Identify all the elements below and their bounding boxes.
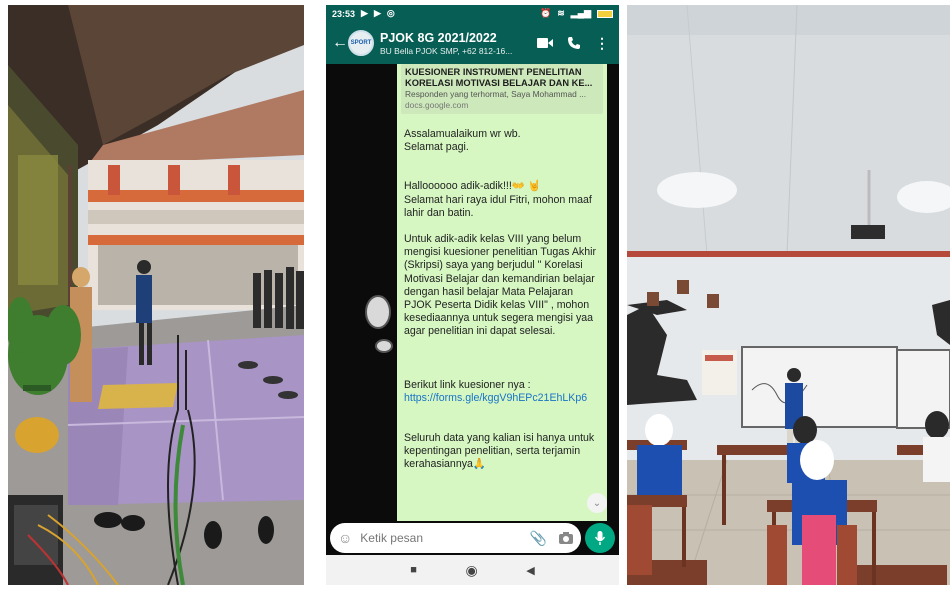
battery-icon: [597, 9, 613, 18]
instagram-icon: ◎: [386, 8, 395, 18]
link-preview-title: KUESIONER INSTRUMENT PENELITIAN KORELASI…: [405, 67, 593, 88]
wifi-icon: ≋: [557, 8, 565, 18]
group-avatar[interactable]: SPORT: [348, 30, 374, 56]
status-bar: 23:53 ▶ ▶ ◎ ⏰ ≋ ▂▄▆: [326, 5, 619, 22]
chat-area[interactable]: KUESIONER INSTRUMENT PENELITIAN KORELASI…: [326, 64, 619, 521]
message-link-line: Berikut link kuesioner nya : https://for…: [404, 379, 600, 405]
attach-icon[interactable]: 📎: [530, 530, 547, 547]
message-privacy-line: Seluruh data yang kalian isi hanya untuk…: [404, 432, 600, 472]
sticker-hand-icon: [364, 294, 396, 354]
whatsapp-chat-screen: 23:53 ▶ ▶ ◎ ⏰ ≋ ▂▄▆ ← SPORT PJOK 8G 2021…: [326, 5, 619, 585]
back-arrow-icon[interactable]: ←: [332, 34, 348, 52]
message-bubble[interactable]: KUESIONER INSTRUMENT PENELITIAN KORELASI…: [397, 64, 607, 521]
scroll-down-button[interactable]: ⌄: [587, 493, 607, 513]
play-icon: ▶: [361, 8, 368, 18]
message-request: Untuk adik-adik kelas VIII yang belum me…: [404, 233, 596, 338]
status-time: 23:53: [332, 8, 356, 19]
message-hello: Halloooooo adik-adik!!!: [404, 180, 512, 193]
chat-header: ← SPORT PJOK 8G 2021/2022 BU Bella PJOK …: [326, 22, 619, 64]
message-privacy-emoji: 🙏: [472, 458, 487, 471]
back-icon[interactable]: ◀: [526, 564, 534, 577]
voice-call-icon[interactable]: [567, 36, 581, 50]
chat-header-info[interactable]: PJOK 8G 2021/2022 BU Bella PJOK SMP, +62…: [380, 31, 537, 56]
photo-classroom: [627, 5, 950, 585]
chat-title: PJOK 8G 2021/2022: [380, 30, 497, 45]
questionnaire-link[interactable]: https://forms.gle/kggV9hEPc21EhLKp6: [404, 392, 587, 404]
alarm-icon: ⏰: [540, 8, 552, 18]
message-hello-line: Halloooooo adik-adik!!!👐 🤘: [404, 180, 600, 193]
message-link-intro: Berikut link kuesioner nya :: [404, 378, 531, 391]
video-call-icon[interactable]: [537, 37, 553, 49]
message-input-bar: ☺ Ketik pesan 📎: [326, 521, 619, 555]
message-greeting: Assalamualaikum wr wb. Selamat pagi.: [404, 128, 521, 154]
voice-message-button[interactable]: [585, 523, 615, 553]
message-hello-emoji: 👐 🤘: [511, 180, 542, 193]
recents-icon[interactable]: ■: [410, 564, 417, 576]
message-input-placeholder: Ketik pesan: [360, 531, 424, 545]
more-options-icon[interactable]: ⋮: [595, 35, 609, 52]
microphone-icon: [595, 531, 605, 545]
emoji-icon[interactable]: ☺: [338, 530, 352, 546]
message-input[interactable]: ☺ Ketik pesan 📎: [330, 523, 581, 553]
link-preview-description: Responden yang terhormat, Saya Mohammad …: [405, 89, 587, 99]
play-icon: ▶: [373, 8, 381, 18]
chat-participants: BU Bella PJOK SMP, +62 812-16...: [380, 45, 513, 56]
photo-outdoor-stage: [8, 5, 304, 585]
android-nav-bar: ■ ◉ ◀: [326, 555, 619, 585]
signal-icon: ▂▄▆: [570, 8, 591, 18]
link-preview[interactable]: KUESIONER INSTRUMENT PENELITIAN KORELASI…: [401, 64, 603, 114]
link-preview-domain: docs.google.com: [405, 100, 469, 110]
chevron-down-icon: ⌄: [592, 497, 602, 509]
message-eid: Selamat hari raya idul Fitri, mohon maaf…: [404, 193, 592, 219]
message-privacy: Seluruh data yang kalian isi hanya untuk…: [404, 432, 595, 471]
camera-icon[interactable]: [559, 532, 573, 544]
home-icon[interactable]: ◉: [465, 562, 477, 579]
